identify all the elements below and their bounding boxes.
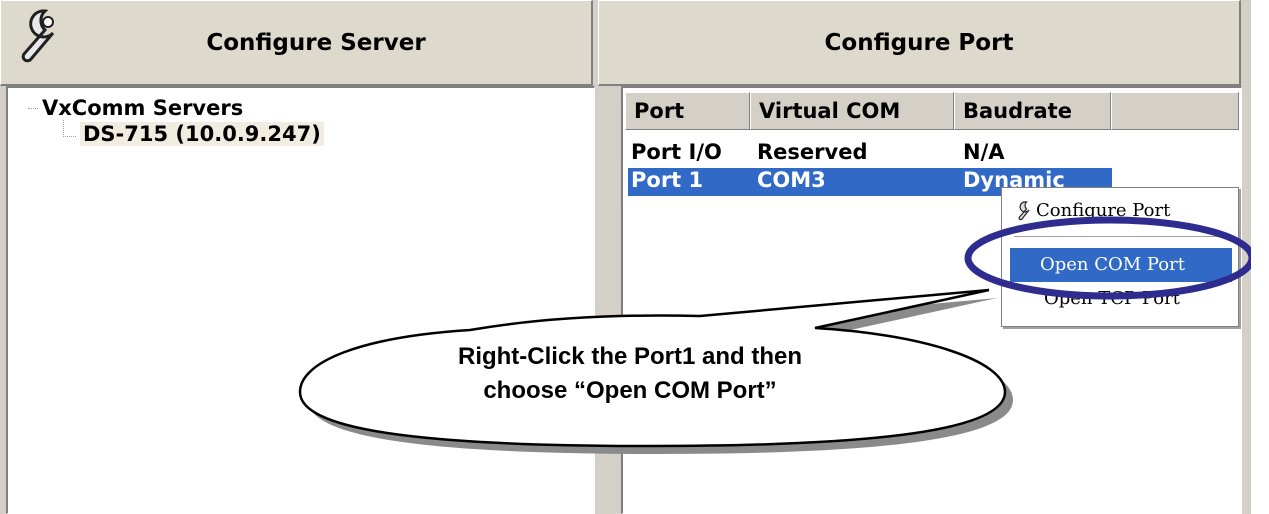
tree-root-vxcomm-servers[interactable]: VxComm Servers bbox=[42, 96, 243, 120]
tree-root-connector bbox=[28, 108, 38, 109]
callout-text: Right-Click the Port1 and then choose “O… bbox=[360, 340, 900, 408]
wrench-icon bbox=[1018, 201, 1030, 221]
column-header-baudrate[interactable]: Baudrate bbox=[954, 92, 1111, 130]
menu-item-label: Open COM Port bbox=[1040, 254, 1185, 275]
column-header-empty[interactable] bbox=[1111, 92, 1239, 130]
menu-item-open-com-port[interactable]: Open COM Port bbox=[1010, 248, 1232, 282]
configure-server-header[interactable]: Configure Server bbox=[0, 0, 593, 86]
cell-virtual-com: Reserved bbox=[757, 140, 868, 164]
menu-item-configure-port[interactable]: Configure Port bbox=[1002, 194, 1238, 228]
cell-port: Port 1 bbox=[631, 168, 704, 192]
configure-port-header[interactable]: Configure Port bbox=[598, 0, 1241, 86]
menu-item-open-tcp-port[interactable]: Open TCP Port bbox=[1002, 282, 1238, 316]
tree-item-ds715[interactable]: DS-715 (10.0.9.247) bbox=[80, 122, 324, 146]
tree-child-connector bbox=[63, 120, 76, 137]
callout-line-1: Right-Click the Port1 and then bbox=[457, 343, 802, 370]
column-header-virtual-com[interactable]: Virtual COM bbox=[750, 92, 954, 130]
callout-line-2: choose “Open COM Port” bbox=[483, 377, 777, 404]
configure-server-label: Configure Server bbox=[206, 30, 426, 56]
column-header-port[interactable]: Port bbox=[625, 92, 750, 130]
cell-port: Port I/O bbox=[631, 140, 722, 164]
server-tree-pane[interactable]: VxComm Servers DS-715 (10.0.9.247) bbox=[6, 86, 595, 514]
menu-separator bbox=[1014, 236, 1232, 237]
cell-virtual-com: COM3 bbox=[757, 168, 826, 192]
configure-port-label: Configure Port bbox=[824, 30, 1014, 56]
menu-item-label: Configure Port bbox=[1036, 200, 1171, 221]
menu-item-label: Open TCP Port bbox=[1044, 288, 1180, 309]
context-menu: Configure Port Open COM Port Open TCP Po… bbox=[1001, 187, 1239, 327]
cell-baudrate: N/A bbox=[963, 140, 1005, 164]
right-edge bbox=[1251, 0, 1269, 514]
